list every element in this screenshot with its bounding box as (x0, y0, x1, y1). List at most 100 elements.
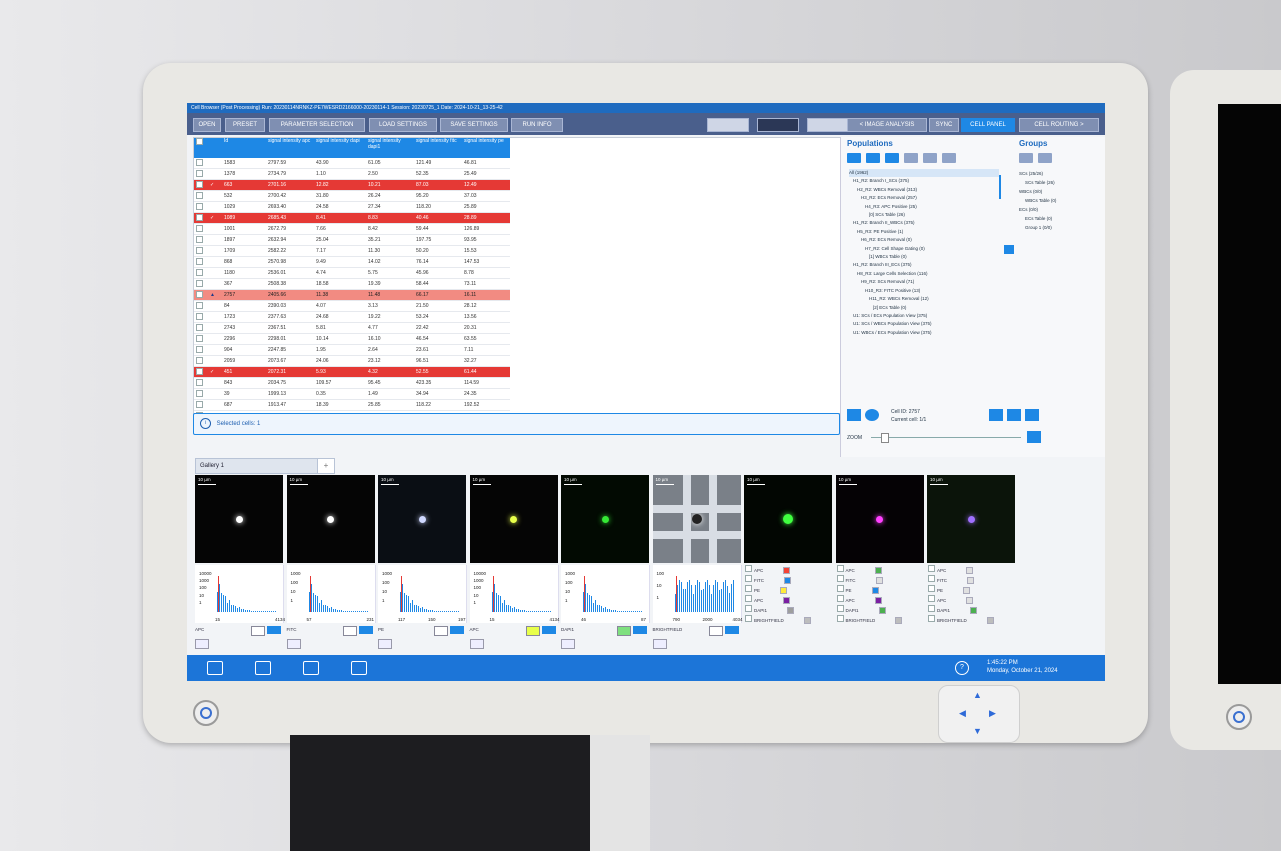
channel-checkbox[interactable] (836, 605, 844, 612)
channel-color-swatch[interactable] (874, 567, 882, 575)
row-checkbox[interactable] (194, 256, 208, 268)
row-checkbox[interactable] (194, 278, 208, 290)
row-checkbox[interactable] (194, 201, 208, 213)
threshold-marker[interactable] (309, 576, 311, 612)
row-checkbox[interactable] (194, 377, 208, 389)
channel-color-picker[interactable] (525, 626, 540, 636)
channel-row[interactable]: FITC (745, 575, 833, 585)
table-row[interactable]: ✓ 1089 2685.43 8.41 8.83 40.46 28.89 (194, 212, 510, 224)
unlink-icon[interactable] (923, 153, 937, 163)
cell-image[interactable]: 10 µm (195, 475, 283, 563)
arrow-up-icon[interactable]: ▲ (973, 690, 982, 700)
threshold-marker[interactable] (401, 576, 402, 612)
refresh-icon[interactable] (847, 153, 861, 163)
channel-color-picker[interactable] (434, 626, 448, 636)
row-checkbox[interactable] (194, 223, 208, 235)
channel-row[interactable]: APC (836, 565, 925, 575)
cell-image[interactable]: 10 µm (561, 475, 649, 563)
row-checkbox[interactable] (194, 388, 208, 400)
channel-select-label[interactable]: PE (378, 627, 384, 632)
group-list[interactable]: SCs (25/26) SCs Table (26) WBCs (0/0) WBCs … (1019, 169, 1056, 232)
channel-color-swatch[interactable] (963, 587, 971, 595)
channel-checkbox[interactable] (836, 565, 844, 572)
population-node[interactable]: H9_R2: SCs Removal (71) (849, 278, 999, 286)
channel-toggle-button[interactable] (267, 626, 281, 634)
row-checkbox[interactable] (194, 179, 208, 191)
group-item[interactable]: Group 1 (0/0) (1019, 223, 1056, 232)
channel-checkbox[interactable] (928, 565, 935, 572)
image-analysis-button[interactable]: < IMAGE ANALYSIS (847, 118, 927, 132)
channel-color-swatch[interactable] (970, 607, 978, 615)
link-icon[interactable] (904, 153, 918, 163)
view-toggle-icon[interactable] (286, 639, 301, 649)
population-node[interactable]: [1] WBCs Table (0) (849, 253, 999, 261)
row-checkbox[interactable] (194, 289, 208, 301)
network-window-icon[interactable] (351, 661, 367, 675)
population-node[interactable]: H1_R2: Branch II_WBCs (375) (849, 219, 999, 227)
row-checkbox[interactable] (194, 245, 208, 257)
table-row[interactable]: 1378 2734.79 1.10 2.50 52.35 25.49 (194, 168, 510, 180)
channel-checkbox[interactable] (928, 605, 935, 612)
table-row[interactable]: ▲ 2757 2405.66 11.38 11.48 66.17 16.11 (194, 289, 510, 301)
table-row[interactable]: 532 2700.42 31.80 26.24 95.20 37.03 (194, 190, 510, 202)
channel-checkbox[interactable] (745, 565, 752, 572)
settings-window-icon[interactable] (207, 661, 223, 675)
group-item[interactable]: WBCs Table (0) (1019, 196, 1056, 205)
table-row[interactable]: 904 2247.85 1.95 2.64 23.61 7.11 (194, 344, 510, 356)
row-checkbox[interactable] (194, 300, 208, 312)
channel-color-picker[interactable] (342, 626, 357, 636)
table-row[interactable]: 1723 2377.63 24.68 19.22 53.24 13.56 (194, 311, 510, 323)
cell-image[interactable]: 10 µm (469, 475, 558, 563)
table-row[interactable]: 1029 2693.40 24.58 27.34 118.20 25.89 (194, 201, 510, 213)
select-all-checkbox[interactable] (194, 138, 208, 158)
arrow-right-icon[interactable]: ▶ (989, 708, 996, 719)
group-delete-icon[interactable] (1038, 153, 1052, 163)
cell-routing-button[interactable]: CELL ROUTING > (1019, 118, 1099, 132)
table-row[interactable]: 1180 2536.01 4.74 5.75 45.96 8.78 (194, 267, 510, 279)
table-row[interactable]: 843 2034.75 109.57 95.45 423.35 114.59 (194, 377, 510, 389)
table-row[interactable]: 1897 2632.94 25.04 35.21 197.75 93.95 (194, 234, 510, 246)
population-node[interactable]: H8_R3: Large Cells Selection (116) (849, 270, 999, 278)
channel-color-swatch[interactable] (966, 567, 974, 575)
threshold-marker[interactable] (675, 576, 677, 612)
document-window-icon[interactable] (303, 661, 319, 675)
second-power-button-icon[interactable] (1226, 704, 1252, 730)
row-checkbox[interactable] (194, 344, 208, 356)
channel-row[interactable]: PE (745, 585, 833, 595)
channel-checkbox[interactable] (836, 615, 844, 622)
gallery-tab[interactable]: Gallery 1 (195, 458, 321, 474)
channel-row[interactable]: APC (745, 595, 833, 605)
table-icon[interactable] (866, 153, 880, 163)
channel-row[interactable]: FITC (836, 575, 925, 585)
table-row[interactable]: 39 1999.13 0.35 1.49 34.94 24.35 (194, 388, 510, 400)
group-item[interactable]: ECs Table (0) (1019, 214, 1056, 223)
view-toggle-icon[interactable] (561, 639, 575, 649)
histogram[interactable]: 10000 1000 100 10 1 15 4134 (195, 565, 285, 623)
population-node[interactable]: H6_R2: ECs Removal (0) (849, 236, 999, 244)
column-header[interactable]: signal intensity dapi1 (366, 138, 414, 158)
view-toggle-icon[interactable] (652, 639, 667, 649)
pencil-icon[interactable] (847, 409, 861, 421)
channel-checkbox[interactable] (928, 615, 935, 622)
population-node[interactable]: H10_R3: FITC Positive (13) (849, 287, 999, 295)
threshold-marker[interactable] (584, 576, 585, 612)
channel-color-swatch[interactable] (803, 617, 811, 625)
channel-toggle-button[interactable] (541, 626, 556, 634)
channel-row[interactable]: APC (745, 565, 833, 575)
channel-checkbox[interactable] (928, 575, 935, 582)
population-node[interactable]: H7_R2: Cell Shape Gating (0) (849, 245, 999, 253)
channel-toggle-button[interactable] (633, 626, 647, 634)
view-toggle-icon[interactable] (195, 639, 209, 649)
channel-color-swatch[interactable] (966, 597, 974, 605)
population-node[interactable]: H1_R2: Branch III_ECs (375) (849, 261, 999, 269)
histogram[interactable]: 1000 100 10 1 57 231 (286, 565, 376, 623)
histogram[interactable]: 1000 100 10 1 46 87 (561, 565, 650, 623)
channel-color-swatch[interactable] (967, 577, 974, 585)
zoom-slider-handle[interactable] (881, 433, 889, 443)
channel-row[interactable]: FITC (928, 575, 1016, 585)
channel-toggle-button[interactable] (450, 626, 464, 634)
channel-color-swatch[interactable] (871, 587, 879, 595)
view-mode-1-icon[interactable] (707, 118, 749, 132)
table-row[interactable]: 868 2570.98 9.49 14.02 76.14 147.53 (194, 256, 510, 268)
arrow-left-icon[interactable]: ◀ (959, 708, 966, 719)
